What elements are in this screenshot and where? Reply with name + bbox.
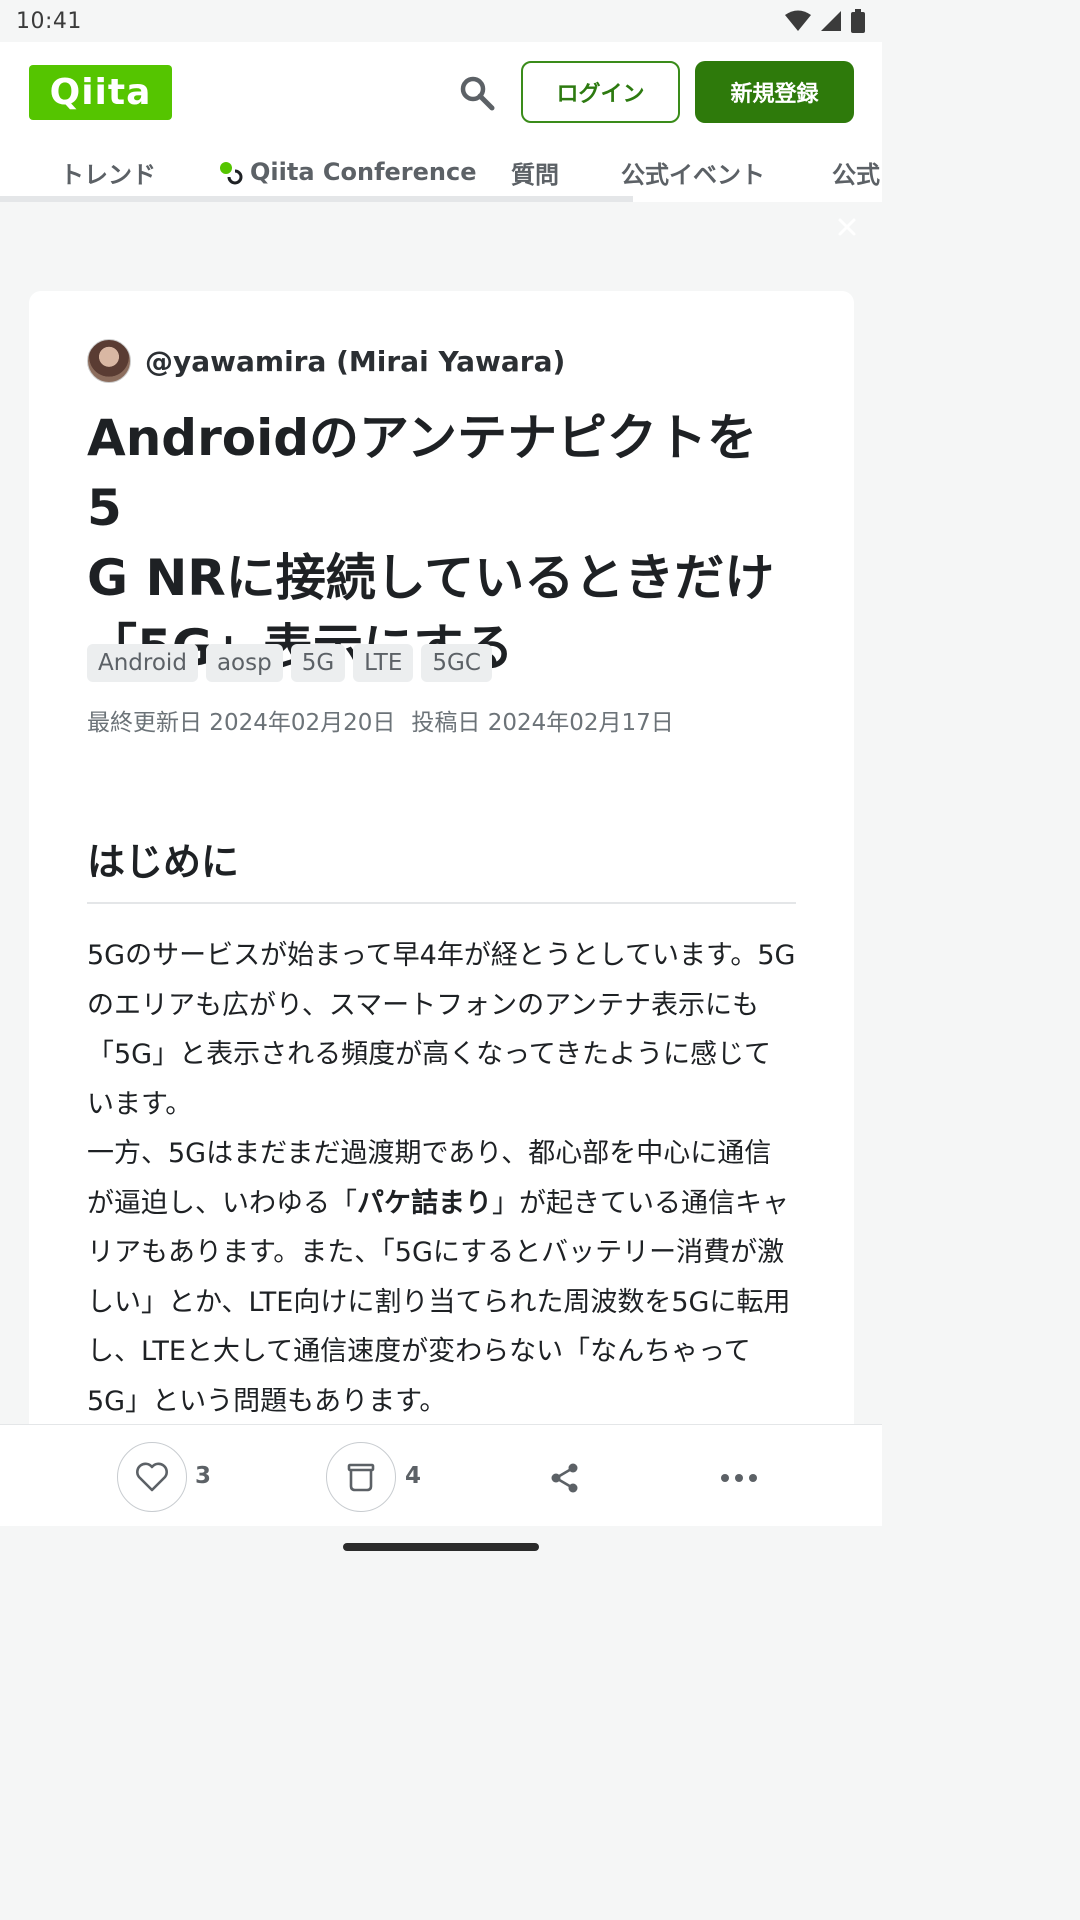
avatar[interactable]: [87, 339, 131, 383]
login-button[interactable]: ログイン: [521, 61, 680, 123]
conference-icon: [220, 162, 243, 185]
signup-button[interactable]: 新規登録: [695, 61, 854, 123]
tag[interactable]: Android: [87, 644, 198, 682]
tab-label: Qiita Conference: [250, 158, 477, 186]
like-count: 3: [195, 1463, 212, 1489]
heart-icon: [136, 1462, 168, 1492]
share-icon: [551, 1463, 578, 1493]
updated-date: 最終更新日 2024年02月20日: [87, 710, 396, 736]
article-card: @yawamira (Mirai Yawara) Androidのアンテナピクト…: [29, 291, 854, 1431]
posted-date: 投稿日 2024年02月17日: [411, 710, 674, 736]
tag[interactable]: 5GC: [421, 644, 492, 682]
qiita-logo[interactable]: Qiita: [29, 65, 172, 120]
stock-icon: [347, 1463, 375, 1492]
search-button[interactable]: [456, 72, 498, 114]
more-button[interactable]: [713, 1452, 765, 1504]
like-button[interactable]: [117, 1442, 187, 1512]
tab-scroll-indicator: [0, 196, 633, 202]
author-name[interactable]: @yawamira (Mirai Yawara): [145, 345, 565, 378]
paragraph-text: 」が起きている通信キャリアもあります。また、「5Gにするとバッテリー消費が激しい…: [87, 1187, 791, 1417]
close-icon: [838, 218, 856, 236]
battery-icon: [851, 9, 865, 33]
tag[interactable]: 5G: [290, 644, 346, 682]
paragraph: 5Gのサービスが始まって早4年が経とうとしています。5Gのエリアも広がり、スマー…: [87, 940, 796, 1120]
bold-text: パケ詰まり: [357, 1187, 492, 1219]
title-line: G NRに接続しているときだけ: [87, 549, 775, 607]
signal-icon: [821, 11, 841, 31]
stock-count: 4: [405, 1463, 422, 1489]
status-time: 10:41: [16, 8, 82, 34]
tab-questions[interactable]: 質問: [511, 150, 559, 194]
title-line: Androidのアンテナピクトを5: [87, 409, 758, 537]
logo-text: Qiita: [49, 72, 152, 113]
close-button[interactable]: [834, 214, 860, 240]
search-icon: [460, 76, 495, 111]
tab-official-events[interactable]: 公式イベント: [621, 150, 765, 194]
site-header: Qiita ログイン 新規登録: [0, 42, 882, 142]
article-dates: 最終更新日 2024年02月20日 投稿日 2024年02月17日: [87, 703, 674, 737]
system-nav-bar: [0, 1526, 882, 1568]
stock-button[interactable]: [326, 1442, 396, 1512]
tab-label: 公式イベント: [621, 160, 765, 189]
tab-label: 公式: [832, 160, 880, 189]
nav-tabs: トレンド Qiita Conference 質問 公式イベント 公式: [0, 142, 882, 202]
tab-label: トレンド: [60, 160, 156, 189]
status-bar: 10:41: [0, 0, 882, 42]
tab-qiita-conference[interactable]: Qiita Conference: [216, 150, 477, 194]
paragraph: 一方、5Gはまだまだ過渡期であり、都心部を中心に通信が逼迫し、いわゆる「パケ詰ま…: [87, 1129, 796, 1426]
article-action-bar: 3 4: [0, 1424, 882, 1526]
section-heading: はじめに: [87, 831, 796, 904]
author[interactable]: @yawamira (Mirai Yawara): [87, 339, 565, 383]
wifi-icon: [785, 10, 811, 31]
tag[interactable]: LTE: [353, 644, 414, 682]
article-title: Androidのアンテナピクトを5 G NRに接続しているときだけ 「5G」表示…: [87, 403, 787, 683]
gesture-handle[interactable]: [343, 1543, 539, 1551]
more-icon: [721, 1474, 757, 1482]
tab-label: 質問: [511, 160, 559, 189]
share-button[interactable]: [539, 1452, 591, 1504]
tab-official[interactable]: 公式: [832, 150, 880, 194]
tag-list: Android aosp 5G LTE 5GC: [87, 644, 492, 682]
article-body: 5Gのサービスが始まって早4年が経とうとしています。5Gのエリアも広がり、スマー…: [87, 931, 796, 1426]
tag[interactable]: aosp: [205, 644, 283, 682]
tab-trend[interactable]: トレンド: [60, 150, 156, 194]
status-icons: [784, 9, 866, 33]
